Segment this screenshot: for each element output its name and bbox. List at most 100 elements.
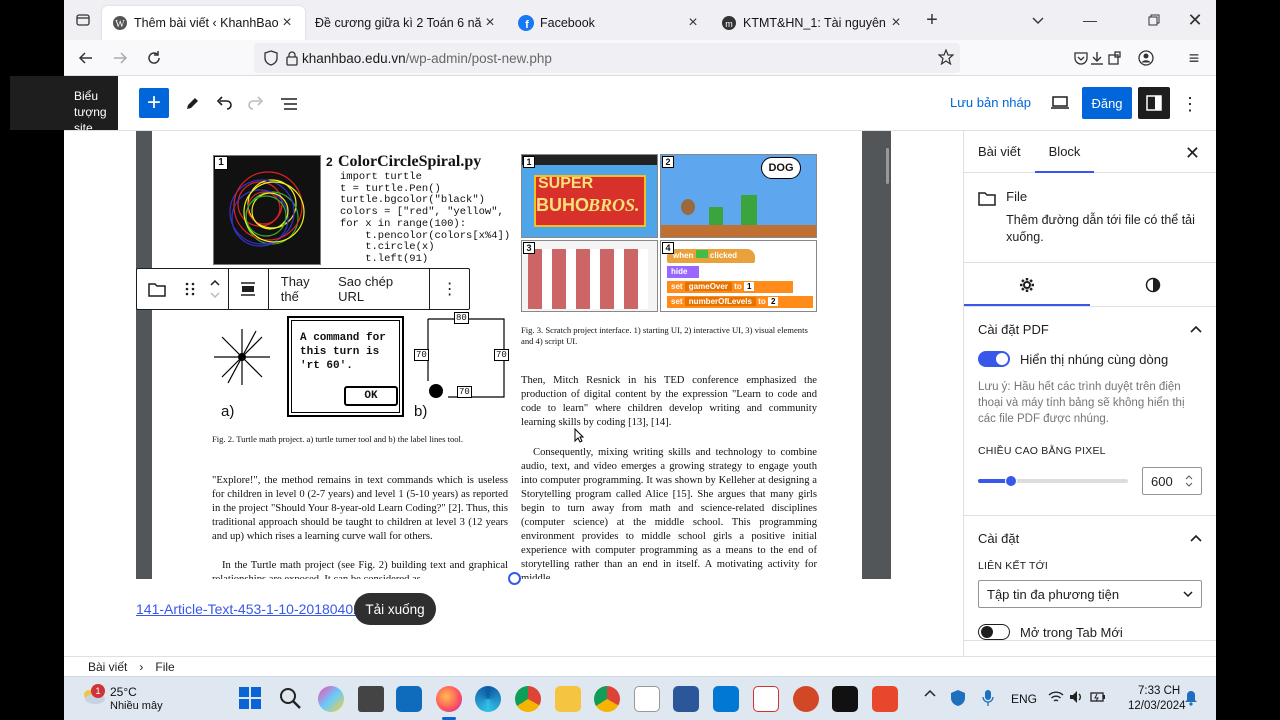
settings-header[interactable]: Cài đặt bbox=[978, 516, 1202, 560]
pdf-embed-viewer[interactable]: 1 2 ColorCircleSpiral.py import turtle t… bbox=[136, 131, 891, 579]
shield-icon[interactable] bbox=[264, 50, 278, 66]
camtasia-icon[interactable] bbox=[872, 686, 898, 712]
styles-half-circle-icon[interactable] bbox=[1090, 263, 1216, 306]
browser-tab-de-cuong[interactable]: Đề cương giữa kì 2 Toán 6 năm 2024 × bbox=[305, 6, 508, 40]
close-window-icon[interactable]: ✕ bbox=[1179, 4, 1211, 36]
firefox-icon[interactable] bbox=[436, 686, 462, 712]
close-tab-icon[interactable]: × bbox=[482, 14, 498, 32]
microphone-icon[interactable] bbox=[982, 689, 994, 707]
app-icon[interactable] bbox=[753, 686, 779, 712]
replace-button[interactable]: Thay thế bbox=[269, 269, 334, 309]
block-card: File Thêm đường dẫn tới file có thể tải … bbox=[964, 173, 1216, 263]
code-title: ColorCircleSpiral.py bbox=[338, 153, 482, 170]
bookmark-star-icon[interactable] bbox=[938, 49, 954, 65]
height-slider[interactable] bbox=[978, 475, 1128, 487]
lock-icon[interactable] bbox=[286, 50, 298, 66]
copy-url-button[interactable]: Sao chép URL bbox=[334, 269, 429, 309]
clock-date[interactable]: 12/03/2024 bbox=[1128, 700, 1186, 712]
new-tab-icon[interactable]: + bbox=[916, 4, 948, 36]
site-icon-button[interactable]: Biểu tượng site bbox=[10, 76, 118, 130]
back-arrow-icon[interactable] bbox=[70, 42, 102, 74]
tab-block[interactable]: Block bbox=[1035, 131, 1095, 173]
file-link[interactable]: 141-Article-Text-453-1-10-20180402 bbox=[136, 601, 361, 617]
battery-icon[interactable] bbox=[1090, 690, 1106, 704]
defender-shield-icon[interactable] bbox=[950, 689, 966, 707]
undo-icon[interactable] bbox=[212, 92, 236, 116]
link-to-select[interactable]: Tập tin đa phương tiện bbox=[978, 580, 1202, 608]
url-text: khanhbao.edu.vn/wp-admin/post-new.php bbox=[302, 51, 552, 66]
powerpoint-icon[interactable] bbox=[793, 686, 819, 712]
script-clicked: clicked bbox=[709, 251, 738, 260]
browser-tab-ktmt[interactable]: m KTMT&HN_1: Tài nguyên môn học × bbox=[711, 6, 914, 40]
left-column-paragraph: In the Turtle math project (see Fig. 2) … bbox=[212, 560, 508, 579]
forward-arrow-icon[interactable] bbox=[104, 42, 136, 74]
store-icon[interactable] bbox=[396, 686, 422, 712]
publish-button[interactable]: Đăng bbox=[1082, 87, 1132, 119]
task-view-icon[interactable] bbox=[358, 686, 384, 712]
resize-handle[interactable] bbox=[508, 572, 521, 585]
copilot-icon[interactable] bbox=[318, 686, 344, 712]
notification-bell-icon[interactable] bbox=[1184, 690, 1198, 706]
search-icon[interactable] bbox=[278, 686, 304, 712]
save-draft-button[interactable]: Lưu bản nháp bbox=[950, 95, 1031, 110]
inline-embed-toggle[interactable] bbox=[978, 351, 1010, 367]
file-explorer-icon[interactable] bbox=[555, 686, 581, 712]
menu-hamburger-icon[interactable]: ≡ bbox=[1178, 42, 1210, 74]
language-indicator[interactable]: ENG bbox=[1011, 692, 1037, 706]
close-sidebar-icon[interactable]: ✕ bbox=[1185, 143, 1200, 164]
mouse-cursor-icon bbox=[574, 428, 584, 443]
account-icon[interactable] bbox=[1130, 42, 1162, 74]
close-tab-icon[interactable]: × bbox=[685, 14, 701, 32]
notepad-icon[interactable] bbox=[634, 686, 660, 712]
pdf-settings-header[interactable]: Cài đặt PDF bbox=[978, 307, 1202, 351]
settings-sidebar-icon[interactable] bbox=[1138, 87, 1170, 119]
script-set: set bbox=[671, 282, 683, 291]
edge-icon[interactable] bbox=[475, 686, 501, 712]
reload-icon[interactable] bbox=[138, 42, 170, 74]
browser-tab-wordpress[interactable]: W Thêm bài viết ‹ KhanhBaoEdu — WordPres… bbox=[102, 6, 305, 40]
file-block-type-icon[interactable] bbox=[137, 269, 178, 309]
add-block-plus-icon[interactable]: + bbox=[139, 88, 169, 118]
address-bar[interactable]: khanhbao.edu.vn/wp-admin/post-new.php bbox=[254, 43, 960, 73]
move-up-down-icon[interactable] bbox=[202, 269, 228, 309]
wifi-icon[interactable] bbox=[1048, 690, 1064, 704]
segment-label: 70 bbox=[457, 386, 472, 398]
windows-start-icon[interactable] bbox=[238, 686, 264, 712]
terminal-icon[interactable] bbox=[832, 686, 858, 712]
restore-icon[interactable] bbox=[1138, 4, 1170, 36]
volume-icon[interactable] bbox=[1069, 690, 1085, 704]
document-overview-icon[interactable] bbox=[277, 92, 301, 116]
pencil-tools-icon[interactable] bbox=[180, 92, 204, 116]
redo-icon[interactable] bbox=[244, 92, 268, 116]
open-new-tab-toggle[interactable] bbox=[978, 624, 1010, 640]
chrome-icon[interactable] bbox=[515, 686, 541, 712]
drag-handle-icon[interactable] bbox=[178, 269, 202, 309]
command-dialog: A command for this turn is 'rt 60'. OK bbox=[287, 316, 404, 417]
preview-laptop-icon[interactable] bbox=[1048, 91, 1072, 115]
tab-post[interactable]: Bài viết bbox=[964, 131, 1035, 173]
word-icon[interactable] bbox=[673, 686, 699, 712]
breadcrumb-post[interactable]: Bài viết bbox=[88, 660, 127, 674]
scratch-script-ui: when clicked hide set gameOver to 1 set … bbox=[660, 240, 817, 312]
vscode-icon[interactable] bbox=[713, 686, 739, 712]
pdf-scrollbar[interactable] bbox=[886, 148, 889, 184]
tray-chevron-up-icon[interactable] bbox=[924, 689, 936, 697]
stepper-arrows-icon[interactable] bbox=[1185, 475, 1193, 487]
tab-list-icon[interactable] bbox=[64, 4, 102, 36]
clock-time[interactable]: 7:33 CH bbox=[1138, 685, 1180, 697]
align-icon[interactable] bbox=[229, 269, 268, 309]
figure-3-caption: Fig. 3. Scratch project interface. 1) st… bbox=[521, 325, 808, 346]
block-options-kebab-icon[interactable]: ⋮ bbox=[430, 269, 469, 309]
chrome-profile-icon[interactable] bbox=[594, 686, 620, 712]
minimize-icon[interactable]: — bbox=[1074, 4, 1106, 36]
height-number-input[interactable]: 600 bbox=[1142, 467, 1202, 495]
close-tab-icon[interactable]: × bbox=[279, 14, 295, 32]
list-all-tabs-chevron-icon[interactable] bbox=[1022, 4, 1054, 36]
options-kebab-icon[interactable]: ⋮ bbox=[1178, 92, 1202, 116]
slider-thumb[interactable] bbox=[1005, 475, 1017, 487]
browser-tab-facebook[interactable]: f Facebook × bbox=[508, 6, 711, 40]
settings-gear-icon[interactable] bbox=[964, 263, 1090, 306]
download-button[interactable]: Tải xuống bbox=[354, 593, 436, 625]
download-arrow-icon[interactable] bbox=[1081, 42, 1113, 74]
close-tab-icon[interactable]: × bbox=[888, 14, 904, 32]
